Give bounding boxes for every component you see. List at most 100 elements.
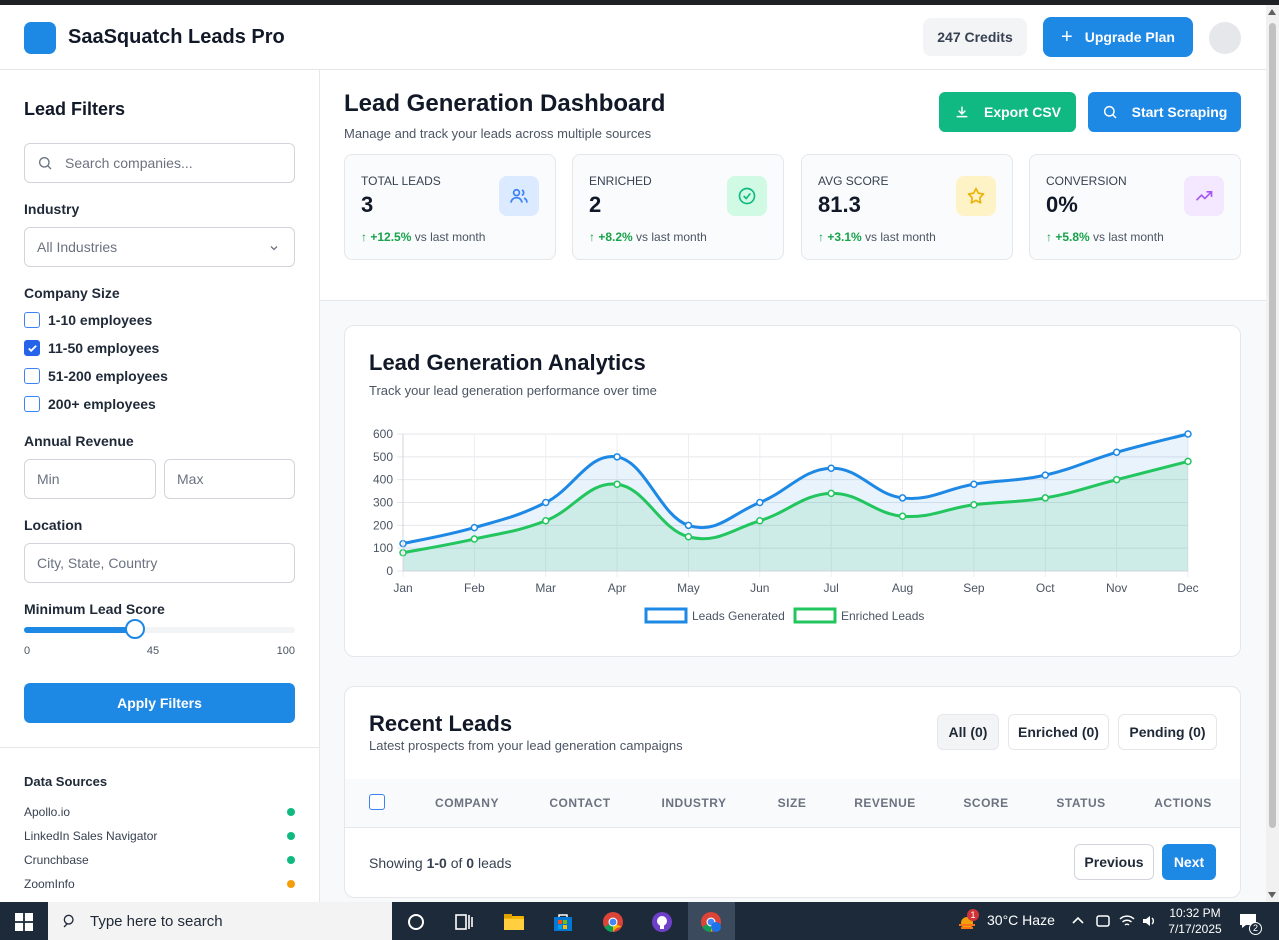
stat-label: CONVERSION (1046, 174, 1127, 188)
cortana-icon[interactable] (405, 911, 427, 933)
status-dot (287, 832, 295, 840)
search-companies-input[interactable]: Search companies... (24, 143, 295, 183)
checkbox-200-plus[interactable] (24, 396, 40, 412)
filter-all-button[interactable]: All (0) (937, 714, 999, 750)
column-revenue[interactable]: REVENUE (854, 796, 916, 810)
checkbox-11-50[interactable] (24, 340, 40, 356)
filter-enriched-button[interactable]: Enriched (0) (1008, 714, 1109, 750)
taskbar-search-placeholder: Type here to search (90, 912, 223, 930)
system-clock[interactable]: 10:32 PM 7/17/2025 (1160, 905, 1230, 937)
export-csv-button[interactable]: Export CSV (939, 92, 1076, 132)
column-score[interactable]: SCORE (963, 796, 1008, 810)
vertical-scrollbar[interactable] (1266, 5, 1279, 902)
x-tick-label: Sep (963, 581, 985, 595)
revenue-min-input[interactable]: Min (24, 459, 156, 499)
arrow-up-icon: ↑ (361, 230, 367, 244)
column-size[interactable]: SIZE (778, 796, 807, 810)
windows-taskbar: Type here to search 1 30°C Haze 10:32 PM… (0, 902, 1279, 940)
size-option-200-plus[interactable]: 200+ employees (24, 396, 156, 412)
scroll-up-arrow[interactable] (1268, 9, 1276, 15)
stat-label: TOTAL LEADS (361, 174, 441, 188)
slider-handle[interactable] (124, 619, 145, 639)
taskbar-search-box[interactable]: Type here to search (48, 902, 392, 940)
stat-value: 2 (589, 192, 602, 217)
weather-text[interactable]: 30°C Haze (987, 912, 1055, 928)
check-circle-icon (727, 176, 767, 216)
size-option-label: 51-200 employees (48, 368, 168, 384)
status-dot (287, 808, 295, 816)
page-subtitle: Manage and track your leads across multi… (344, 126, 652, 141)
divider (0, 747, 319, 748)
size-option-label: 1-10 employees (48, 312, 153, 328)
filter-pending-button[interactable]: Pending (0) (1118, 714, 1217, 750)
search-icon (1103, 105, 1117, 119)
stat-change-value: +5.8% (1055, 230, 1090, 244)
size-option-11-50[interactable]: 11-50 employees (24, 340, 159, 356)
location-placeholder: City, State, Country (37, 555, 158, 571)
x-tick-label: Jan (393, 581, 412, 595)
task-view-icon[interactable] (453, 911, 475, 933)
stat-change: ↑ +3.1% vs last month (818, 230, 936, 244)
clock-date: 7/17/2025 (1168, 922, 1222, 936)
stat-label: ENRICHED (589, 174, 652, 188)
recent-leads-title: Recent Leads (369, 711, 513, 736)
column-industry[interactable]: INDUSTRY (662, 796, 727, 810)
data-source-name: LinkedIn Sales Navigator (24, 829, 158, 843)
annual-revenue-label: Annual Revenue (24, 433, 134, 449)
scrollbar-thumb[interactable] (1269, 23, 1276, 828)
arrow-up-icon: ↑ (1046, 230, 1052, 244)
star-icon (956, 176, 996, 216)
data-point (970, 480, 978, 488)
wifi-icon[interactable] (1118, 912, 1136, 930)
meet-now-icon[interactable] (1094, 912, 1112, 930)
next-page-button[interactable]: Next (1162, 844, 1216, 880)
upgrade-plan-button[interactable]: + Upgrade Plan (1043, 17, 1193, 57)
y-tick-label: 400 (373, 473, 393, 487)
data-point (1041, 494, 1050, 502)
stat-card-enriched: ENRICHED 2 ↑ +8.2% vs last month (572, 154, 784, 260)
data-sources-title: Data Sources (24, 774, 108, 789)
windows-start-icon[interactable] (15, 913, 33, 931)
stat-change-value: +3.1% (827, 230, 862, 244)
apply-filters-button[interactable]: Apply Filters (24, 683, 295, 723)
checkbox-51-200[interactable] (24, 368, 40, 384)
data-point (898, 494, 907, 502)
lead-score-slider[interactable] (24, 619, 295, 639)
revenue-max-input[interactable]: Max (164, 459, 295, 499)
data-source-name: Crunchbase (24, 853, 89, 867)
column-company[interactable]: COMPANY (435, 796, 499, 810)
top-header: SaaSquatch Leads Pro 247 Credits + Upgra… (0, 5, 1266, 70)
location-input[interactable]: City, State, Country (24, 543, 295, 583)
stat-label: AVG SCORE (818, 174, 889, 188)
volume-icon[interactable] (1140, 912, 1158, 930)
column-contact[interactable]: CONTACT (549, 796, 610, 810)
file-explorer-icon[interactable] (503, 911, 525, 933)
column-status[interactable]: STATUS (1056, 796, 1105, 810)
size-option-1-10[interactable]: 1-10 employees (24, 312, 152, 328)
microsoft-store-icon[interactable] (552, 911, 574, 933)
main-content: Lead Generation Analytics Track your lea… (320, 301, 1266, 902)
previous-page-button[interactable]: Previous (1074, 844, 1154, 880)
user-avatar[interactable] (1209, 22, 1241, 54)
status-dot (287, 880, 295, 888)
data-point (1112, 448, 1121, 457)
slider-min-label: 0 (24, 645, 31, 657)
checkbox-1-10[interactable] (24, 312, 40, 328)
size-option-label: 11-50 employees (48, 340, 160, 356)
legend-label: Enriched Leads (841, 609, 924, 623)
slider-fill (24, 627, 135, 633)
industry-select[interactable]: All Industries (24, 227, 295, 267)
chrome-icon[interactable] (602, 911, 624, 933)
select-all-checkbox[interactable] (369, 794, 385, 810)
stat-change: ↑ +12.5% vs last month (361, 230, 485, 244)
start-scraping-button[interactable]: Start Scraping (1088, 92, 1241, 132)
stat-change-suffix: vs last month (414, 230, 486, 244)
size-option-51-200[interactable]: 51-200 employees (24, 368, 168, 384)
arrow-up-icon: ↑ (589, 230, 595, 244)
scroll-down-arrow[interactable] (1268, 892, 1276, 898)
chrome-profile-icon[interactable] (700, 911, 722, 933)
chevron-up-icon[interactable] (1069, 912, 1087, 930)
github-icon[interactable] (651, 911, 673, 933)
x-tick-label: Jul (824, 581, 839, 595)
data-point (613, 480, 621, 488)
